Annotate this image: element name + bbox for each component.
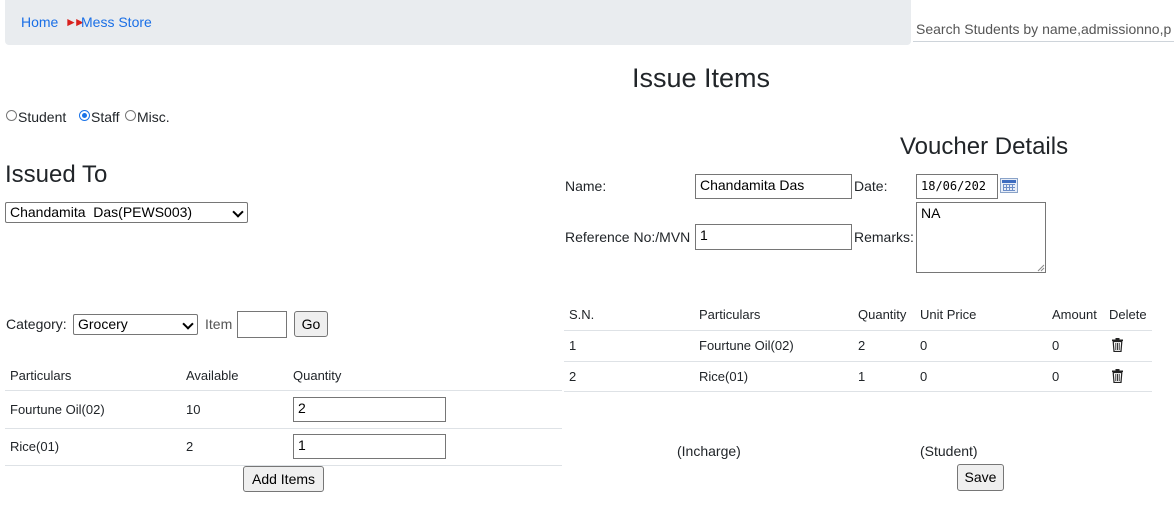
voucher-header-delete: Delete bbox=[1109, 307, 1147, 322]
voucher-header-unit-price: Unit Price bbox=[920, 307, 977, 322]
remarks-label: Remarks: bbox=[854, 229, 914, 245]
voucher-amount: 0 bbox=[1052, 338, 1060, 353]
item-particulars: Fourtune Oil(02) bbox=[10, 402, 105, 417]
item-available: 2 bbox=[186, 439, 194, 454]
voucher-particulars: Fourtune Oil(02) bbox=[699, 338, 794, 353]
items-header-available: Available bbox=[186, 368, 239, 383]
name-input[interactable]: Chandamita Das bbox=[695, 174, 852, 199]
student-signature-label: (Student) bbox=[920, 443, 978, 459]
category-select-value: Grocery bbox=[78, 316, 128, 332]
voucher-header-quantity: Quantity bbox=[858, 307, 907, 322]
page-title: Issue Items bbox=[632, 63, 771, 93]
item-input[interactable] bbox=[237, 311, 287, 338]
voucher-header-particulars: Particulars bbox=[699, 307, 761, 322]
items-header-quantity: Quantity bbox=[293, 368, 342, 383]
chevron-down-icon bbox=[182, 318, 194, 330]
category-select[interactable]: Grocery bbox=[73, 314, 198, 335]
calendar-icon[interactable] bbox=[1000, 178, 1018, 193]
item-label: Item bbox=[205, 316, 233, 332]
trash-icon[interactable] bbox=[1112, 369, 1123, 383]
remarks-textarea[interactable]: NA bbox=[916, 202, 1046, 273]
items-header-particulars: Particulars bbox=[10, 368, 72, 383]
table-divider bbox=[564, 391, 1152, 392]
voucher-header-sn: S.N. bbox=[569, 307, 595, 322]
quantity-input[interactable]: 1 bbox=[293, 434, 446, 459]
save-button[interactable]: Save bbox=[957, 464, 1004, 491]
voucher-sn: 1 bbox=[569, 338, 577, 353]
issued-to-select[interactable]: Chandamita Das(PEWS003) bbox=[5, 202, 248, 223]
item-available: 10 bbox=[186, 402, 201, 417]
voucher-amount: 0 bbox=[1052, 369, 1060, 384]
voucher-details-heading: Voucher Details bbox=[900, 133, 1069, 160]
breadcrumb-mess-store-link[interactable]: Mess Store bbox=[81, 14, 152, 30]
radio-staff-label: Staff bbox=[91, 109, 120, 125]
radio-staff[interactable] bbox=[79, 110, 90, 121]
resize-handle-icon[interactable] bbox=[1037, 264, 1045, 272]
table-row bbox=[5, 429, 562, 465]
voucher-header-amount: Amount bbox=[1052, 307, 1097, 322]
item-particulars: Rice(01) bbox=[10, 439, 60, 454]
voucher-unit-price: 0 bbox=[920, 338, 928, 353]
reference-no-label: Reference No:/MVN bbox=[565, 229, 691, 245]
voucher-quantity: 1 bbox=[858, 369, 866, 384]
radio-misc[interactable] bbox=[125, 110, 136, 121]
add-items-button[interactable]: Add Items bbox=[243, 466, 324, 492]
voucher-particulars: Rice(01) bbox=[699, 369, 749, 384]
reference-no-input[interactable]: 1 bbox=[695, 224, 852, 250]
category-label: Category: bbox=[6, 316, 67, 332]
voucher-quantity: 2 bbox=[858, 338, 866, 353]
date-input[interactable]: 18/06/202 bbox=[916, 174, 998, 199]
radio-misc-label: Misc. bbox=[137, 109, 170, 125]
radio-student[interactable] bbox=[6, 110, 17, 121]
date-label: Date: bbox=[854, 178, 888, 194]
radio-student-label: Student bbox=[18, 109, 67, 125]
issued-to-select-value: Chandamita Das(PEWS003) bbox=[10, 204, 193, 220]
incharge-signature-label: (Incharge) bbox=[677, 443, 741, 459]
quantity-input[interactable]: 2 bbox=[293, 397, 446, 422]
chevron-down-icon bbox=[232, 206, 244, 218]
issued-to-heading: Issued To bbox=[5, 161, 108, 188]
voucher-unit-price: 0 bbox=[920, 369, 928, 384]
name-label: Name: bbox=[565, 178, 607, 194]
trash-icon[interactable] bbox=[1112, 338, 1123, 352]
voucher-sn: 2 bbox=[569, 369, 577, 384]
breadcrumb-home-link[interactable]: Home bbox=[21, 14, 58, 30]
go-button[interactable]: Go bbox=[294, 311, 328, 337]
search-students-input[interactable] bbox=[913, 17, 1174, 42]
